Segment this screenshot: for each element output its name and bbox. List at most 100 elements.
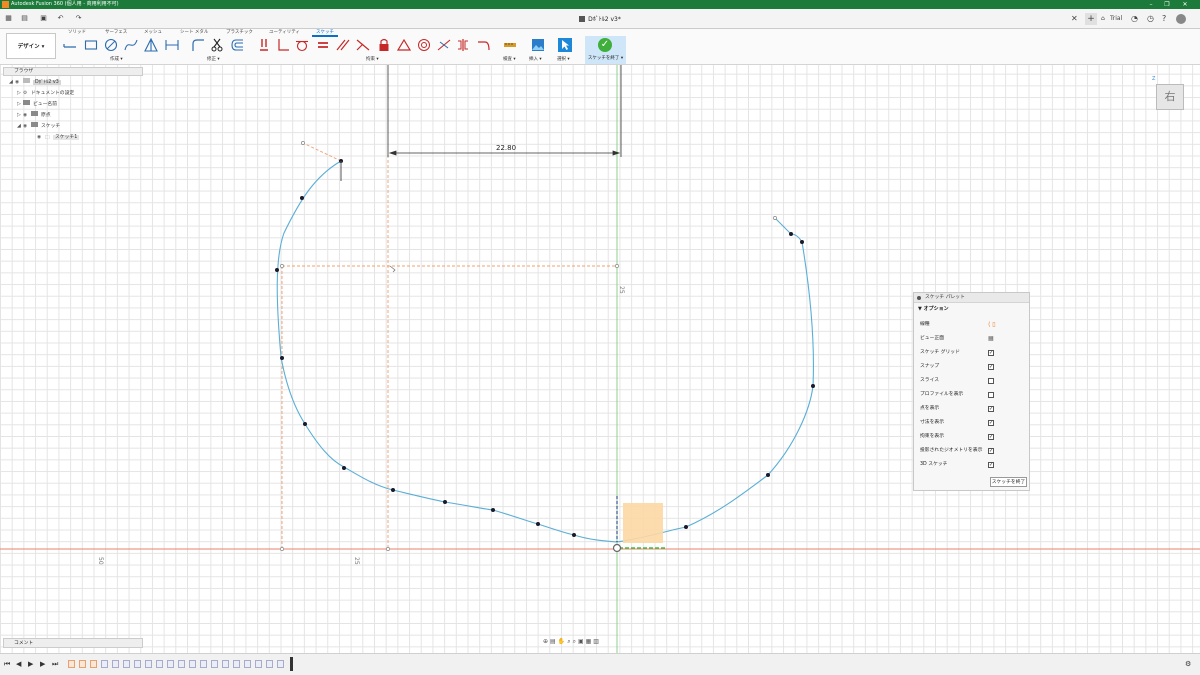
file-menu-icon[interactable]: ▤ [20,14,29,23]
eye-icon[interactable]: ◉ [23,111,31,121]
timeline-feature[interactable] [79,660,86,668]
modify-group-label[interactable]: 修正 ▾ [207,56,220,62]
viewports-icon[interactable]: ▥ [593,638,601,645]
show-profile-checkbox[interactable] [988,392,994,398]
curvature-constraint-icon[interactable] [477,38,491,52]
tangent-constraint-icon[interactable] [295,38,309,52]
create-group-label[interactable]: 作成 ▾ [110,56,123,62]
insert-image-icon[interactable] [531,38,545,52]
app-grid-icon[interactable]: ▦ [4,14,13,23]
timeline-feature[interactable] [112,660,119,668]
show-points-checkbox[interactable] [988,406,994,412]
timeline-feature[interactable] [101,660,108,668]
slice-checkbox[interactable] [988,378,994,384]
sketch-3d-checkbox[interactable] [988,462,994,468]
timeline-feature[interactable] [244,660,251,668]
redo-icon[interactable]: ↷ [74,14,83,23]
help-icon[interactable]: ? [1162,13,1166,25]
timeline-feature[interactable] [90,660,97,668]
timeline-feature[interactable] [222,660,229,668]
pan-icon[interactable]: ✋ [558,638,567,645]
snap-checkbox[interactable] [988,364,994,370]
construction-linetype-icon[interactable]: ⟨ ▯ [988,319,996,331]
select-group-label[interactable]: 選択 ▾ [557,56,570,62]
perpendicular-constraint-icon[interactable] [276,38,290,52]
show-projected-checkbox[interactable] [988,448,994,454]
go-to-end-icon[interactable]: ⏭ [52,660,58,669]
tab-sketch[interactable]: スケッチ [312,29,338,37]
select-tool-icon[interactable] [558,38,572,52]
tab-plastic[interactable]: プラスチック [226,29,253,37]
timeline-feature[interactable] [145,660,152,668]
polygon-tool-icon[interactable] [144,38,158,52]
close-icon[interactable]: ✕ [1178,0,1192,9]
equal-constraint-icon[interactable] [316,38,330,52]
view-cube[interactable]: 右 [1156,84,1184,110]
insert-group-label[interactable]: 挿入 ▾ [529,56,542,62]
timeline-feature[interactable] [200,660,207,668]
timeline-feature[interactable] [266,660,273,668]
extensions-icon[interactable]: ⌂ [1101,13,1105,25]
display-settings-icon[interactable]: ▣ [578,638,586,645]
tree-sketch1[interactable]: ◉ ⬚ スケッチ1 [37,133,80,143]
parallel-constraint-icon[interactable] [336,38,350,52]
undo-icon[interactable]: ↶ [56,14,65,23]
close-tab-icon[interactable]: ✕ [1071,13,1078,25]
step-back-icon[interactable]: ◀ [16,660,21,668]
trial-label[interactable]: Trial [1110,13,1122,25]
timeline-feature[interactable] [68,660,75,668]
eye-icon[interactable]: ◉ [15,78,23,88]
minimize-icon[interactable]: – [1144,0,1158,9]
save-icon[interactable]: ▣ [39,14,48,23]
palette-header[interactable]: スケッチ パレット [914,293,1029,303]
fix-constraint-icon[interactable] [377,38,391,52]
timeline-feature[interactable] [211,660,218,668]
tree-doc-settings[interactable]: ▷ ⚙ ドキュメントの設定 [17,88,74,98]
timeline-feature[interactable] [189,660,196,668]
fillet-tool-icon[interactable] [191,38,205,52]
tab-sheet-metal[interactable]: シート メタル [180,29,208,37]
rectangle-tool-icon[interactable] [84,38,98,52]
show-dimensions-checkbox[interactable] [988,420,994,426]
document-tab[interactable]: Dﾎﾞﾄﾙ2 v3* [540,11,660,28]
timeline-feature[interactable] [123,660,130,668]
finish-sketch-button[interactable]: ✓ スケッチを終了 ▾ [585,36,626,64]
trim-tool-icon[interactable] [210,38,224,52]
go-to-start-icon[interactable]: ⏮ [4,660,10,669]
triangle-constraint-icon[interactable] [397,38,411,52]
tab-mesh[interactable]: メッシュ [144,29,162,37]
measure-tool-icon[interactable] [503,38,517,52]
maximize-icon[interactable]: ❐ [1160,0,1174,9]
tab-utility[interactable]: ユーティリティ [269,29,300,37]
line-tool-icon[interactable] [63,38,77,52]
avatar[interactable] [1176,14,1186,24]
eye-icon[interactable]: ◉ [37,133,45,143]
job-status-icon[interactable]: ◔ [1131,13,1138,25]
spline-tool-icon[interactable] [124,38,138,52]
play-icon[interactable]: ▶ [28,660,33,668]
symmetry-constraint-icon[interactable] [456,38,470,52]
tree-origin[interactable]: ▷ ◉ 原点 [17,110,51,120]
timeline-settings-icon[interactable]: ⚙ [1185,660,1191,668]
slot-tool-icon[interactable] [165,38,179,52]
eye-icon[interactable]: ◉ [23,122,31,132]
sketch-grid-checkbox[interactable] [988,350,994,356]
timeline-marker[interactable] [290,657,293,671]
timeline-feature[interactable] [167,660,174,668]
tab-solid[interactable]: ソリッド [68,29,86,37]
notifications-icon[interactable]: ◷ [1147,13,1154,25]
timeline-feature[interactable] [178,660,185,668]
midpoint-constraint-icon[interactable] [437,38,451,52]
circle-tool-icon[interactable] [104,38,118,52]
concentric-constraint-icon[interactable] [417,38,431,52]
show-constraints-checkbox[interactable] [988,434,994,440]
timeline-feature[interactable] [156,660,163,668]
palette-finish-sketch-button[interactable]: スケッチを終了 [990,477,1027,487]
timeline-feature[interactable] [134,660,141,668]
timeline-feature[interactable] [255,660,262,668]
options-section[interactable]: ▼ オプション [914,303,1029,315]
comments-panel[interactable]: コメント [3,638,143,648]
look-at-nav-icon[interactable]: ▤ [550,638,558,645]
timeline-feature[interactable] [233,660,240,668]
workspace-switcher[interactable]: デザイン ▾ [6,33,56,59]
